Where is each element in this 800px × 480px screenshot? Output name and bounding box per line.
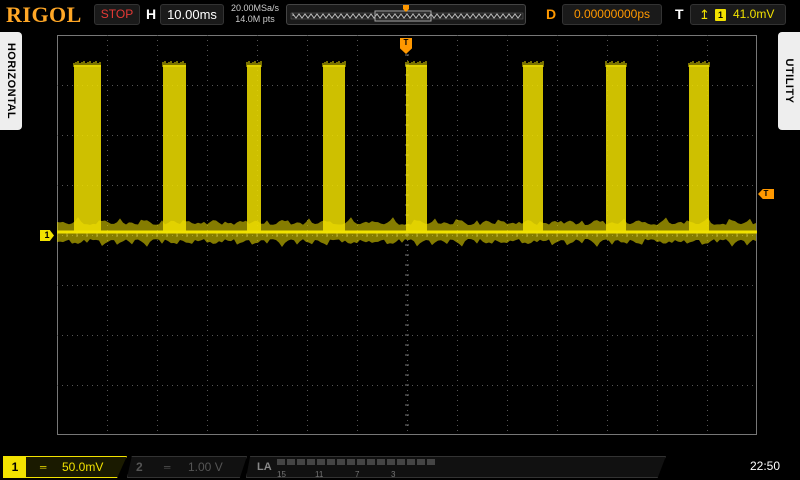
- la-bit-cell: [337, 459, 345, 465]
- la-bit-cell: [397, 459, 405, 465]
- acquisition-info: 20.00MSa/s 14.0M pts: [228, 3, 282, 25]
- ch1-scale: 50.0mV: [62, 460, 104, 474]
- trigger-level-marker[interactable]: T: [758, 189, 774, 199]
- la-bit-cell: [297, 459, 305, 465]
- trigger-source: 1: [715, 9, 726, 21]
- run-stop-status[interactable]: STOP: [94, 4, 140, 25]
- la-bit-cell: [427, 459, 435, 465]
- ch1-settings[interactable]: 1 ═ 50.0mV: [3, 456, 127, 478]
- la-bit-cell: [307, 459, 315, 465]
- la-bit-cell: [287, 459, 295, 465]
- la-bit-cell: [407, 459, 415, 465]
- brand-logo: RIGOL: [6, 2, 82, 27]
- la-channel-indicator: 15 11 7 3: [277, 459, 435, 478]
- horizontal-menu-label: HORIZONTAL: [5, 42, 17, 120]
- la-bit-cell: [367, 459, 375, 465]
- dc-coupling-icon: ═: [164, 462, 171, 472]
- la-bit-label: 3: [391, 470, 396, 479]
- top-status-bar: RIGOL STOP H 10.00ms 20.00MSa/s 14.0M pt…: [0, 0, 800, 30]
- ch1-number: 1: [4, 457, 26, 477]
- la-bit-cell: [377, 459, 385, 465]
- ch2-scale: 1.00 V: [188, 460, 223, 474]
- sample-rate: 20.00MSa/s: [230, 3, 280, 13]
- la-bit-label: 11: [315, 470, 324, 479]
- bottom-status-bar: 1 ═ 50.0mV 2 ═ 1.00 V LA 15 11 7 3 22:50: [0, 453, 800, 480]
- graticule: [57, 35, 757, 435]
- la-bit-label: 7: [355, 470, 360, 479]
- ch2-settings[interactable]: 2 ═ 1.00 V: [127, 456, 247, 478]
- logic-analyzer-settings[interactable]: LA 15 11 7 3: [246, 456, 666, 478]
- dc-coupling-icon: ═: [40, 462, 47, 472]
- memory-waveform-overview: [290, 5, 524, 22]
- horizontal-label: H: [146, 6, 157, 22]
- delay-label: D: [546, 6, 557, 22]
- memory-depth: 14.0M pts: [235, 14, 275, 24]
- la-bit-label: 15: [277, 470, 286, 479]
- memory-position-bar[interactable]: [286, 4, 526, 25]
- trigger-label: T: [675, 6, 684, 22]
- ch2-number: 2: [136, 460, 143, 474]
- la-bit-cell: [327, 459, 335, 465]
- rising-edge-icon: ↥: [699, 7, 710, 22]
- trigger-settings[interactable]: ↥ 1 41.0mV: [690, 4, 786, 25]
- utility-menu-label: UTILITY: [783, 58, 795, 104]
- la-bit-cell: [347, 459, 355, 465]
- utility-menu-tab[interactable]: UTILITY: [778, 32, 800, 130]
- timebase-value[interactable]: 10.00ms: [160, 4, 224, 25]
- trigger-delay-value[interactable]: 0.00000000ps: [562, 4, 662, 25]
- system-clock: 22:50: [750, 459, 781, 473]
- waveform-display[interactable]: [57, 35, 757, 435]
- la-bit-cell: [417, 459, 425, 465]
- trigger-level: 41.0mV: [733, 7, 775, 21]
- la-label: LA: [257, 461, 272, 473]
- horizontal-menu-tab[interactable]: HORIZONTAL: [0, 32, 22, 130]
- ch1-offset-marker[interactable]: 1: [40, 230, 54, 241]
